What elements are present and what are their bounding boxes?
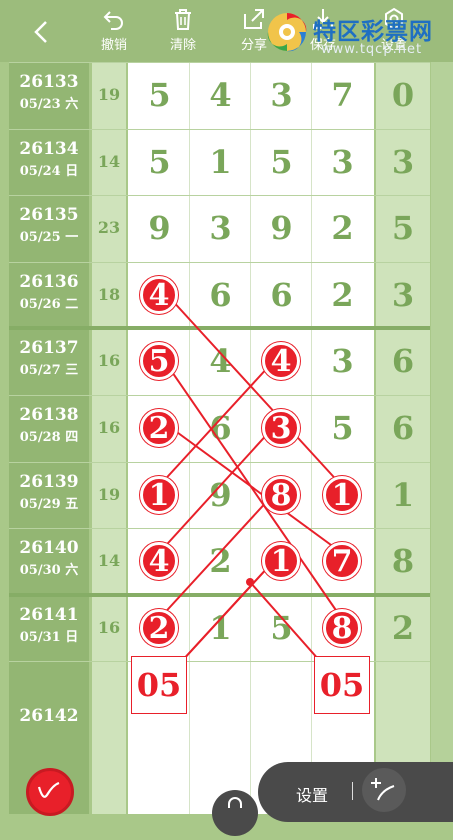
site-logo: 特区彩票网 www.tqcp.net — [265, 6, 453, 62]
connecting-lines — [158, 285, 343, 687]
highlighted-digit[interactable]: 7 — [323, 542, 361, 581]
top-toolbar: 撤销 清除 分享 保存 设置 特区彩票网 www.tqcp.net — [0, 0, 453, 62]
highlighted-digit[interactable]: 8 — [323, 608, 361, 647]
highlighted-digit[interactable]: 4 — [140, 275, 178, 314]
trend-chart-grid[interactable]: 26133 05/23 六 19 5 4 3 7 0 26134 05/24 日 14 5 1 5 3 3 26… — [0, 62, 453, 814]
intersection-dot — [246, 578, 254, 586]
trash-icon — [175, 9, 191, 30]
trend-line — [158, 418, 343, 554]
bottom-settings-button[interactable]: 设置 — [296, 782, 328, 806]
pen-icon — [37, 781, 60, 798]
clear-label: 清除 — [169, 38, 196, 53]
add-line-icon — [371, 778, 395, 801]
undo-label: 撤销 — [100, 38, 127, 53]
prediction-box[interactable]: 05 — [131, 656, 187, 714]
logo-swirl-icon — [267, 13, 307, 52]
lock-icon — [228, 797, 242, 808]
lock-button[interactable] — [212, 790, 258, 836]
add-line-button[interactable] — [362, 768, 406, 812]
undo-button[interactable]: 撤销 — [88, 4, 140, 58]
highlighted-digit[interactable]: 2 — [140, 608, 178, 647]
highlighted-digit[interactable]: 3 — [262, 409, 300, 447]
logo-url: www.tqcp.net — [321, 42, 423, 57]
undo-icon — [103, 11, 123, 30]
highlighted-digit[interactable]: 8 — [262, 475, 300, 514]
share-icon — [244, 9, 264, 29]
highlighted-digit[interactable]: 2 — [140, 409, 178, 447]
back-button[interactable] — [28, 16, 56, 48]
highlighted-digit[interactable]: 1 — [323, 475, 361, 514]
chevron-left-icon — [34, 21, 47, 43]
clear-button[interactable]: 清除 — [157, 4, 209, 58]
bottom-settings-panel: 设置 — [258, 762, 453, 822]
highlighted-digit[interactable]: 4 — [140, 542, 178, 581]
trend-line — [158, 418, 282, 554]
separator — [352, 782, 353, 800]
pen-tool-button[interactable] — [26, 768, 74, 816]
logo-name: 特区彩票网 — [313, 19, 433, 45]
prediction-box[interactable]: 05 — [314, 656, 370, 714]
highlighted-digit[interactable]: 1 — [262, 542, 300, 581]
highlighted-digit[interactable]: 1 — [140, 475, 178, 514]
